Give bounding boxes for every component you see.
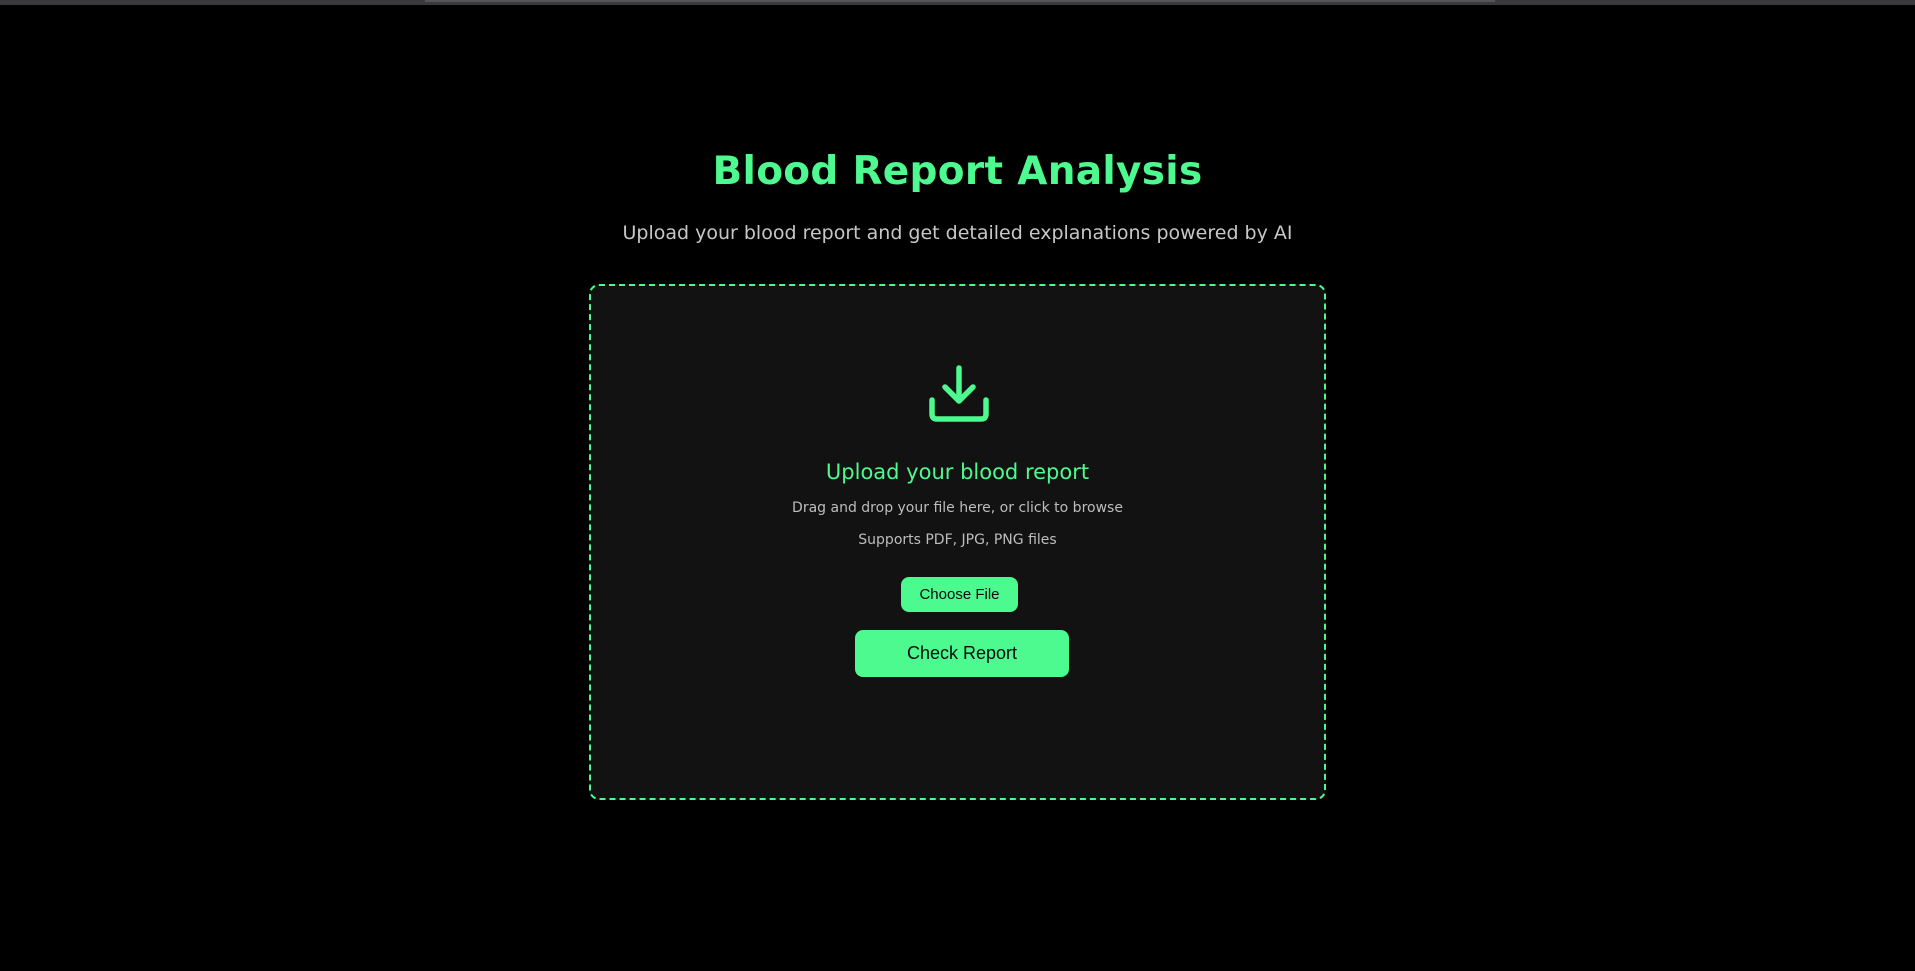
choose-file-button[interactable]: Choose File — [901, 577, 1018, 612]
page-title: Blood Report Analysis — [712, 149, 1203, 194]
supported-formats: Supports PDF, JPG, PNG files — [858, 532, 1057, 548]
upload-heading: Upload your blood report — [825, 460, 1090, 484]
check-report-button[interactable]: Check Report — [855, 630, 1069, 677]
download-tray-icon — [929, 365, 989, 422]
upload-hint: Drag and drop your file here, or click t… — [792, 500, 1123, 516]
upload-dropzone[interactable]: Upload your blood report Drag and drop y… — [589, 284, 1326, 800]
page-subtitle: Upload your blood report and get detaile… — [622, 222, 1293, 244]
page: Blood Report Analysis Upload your blood … — [0, 0, 1915, 971]
